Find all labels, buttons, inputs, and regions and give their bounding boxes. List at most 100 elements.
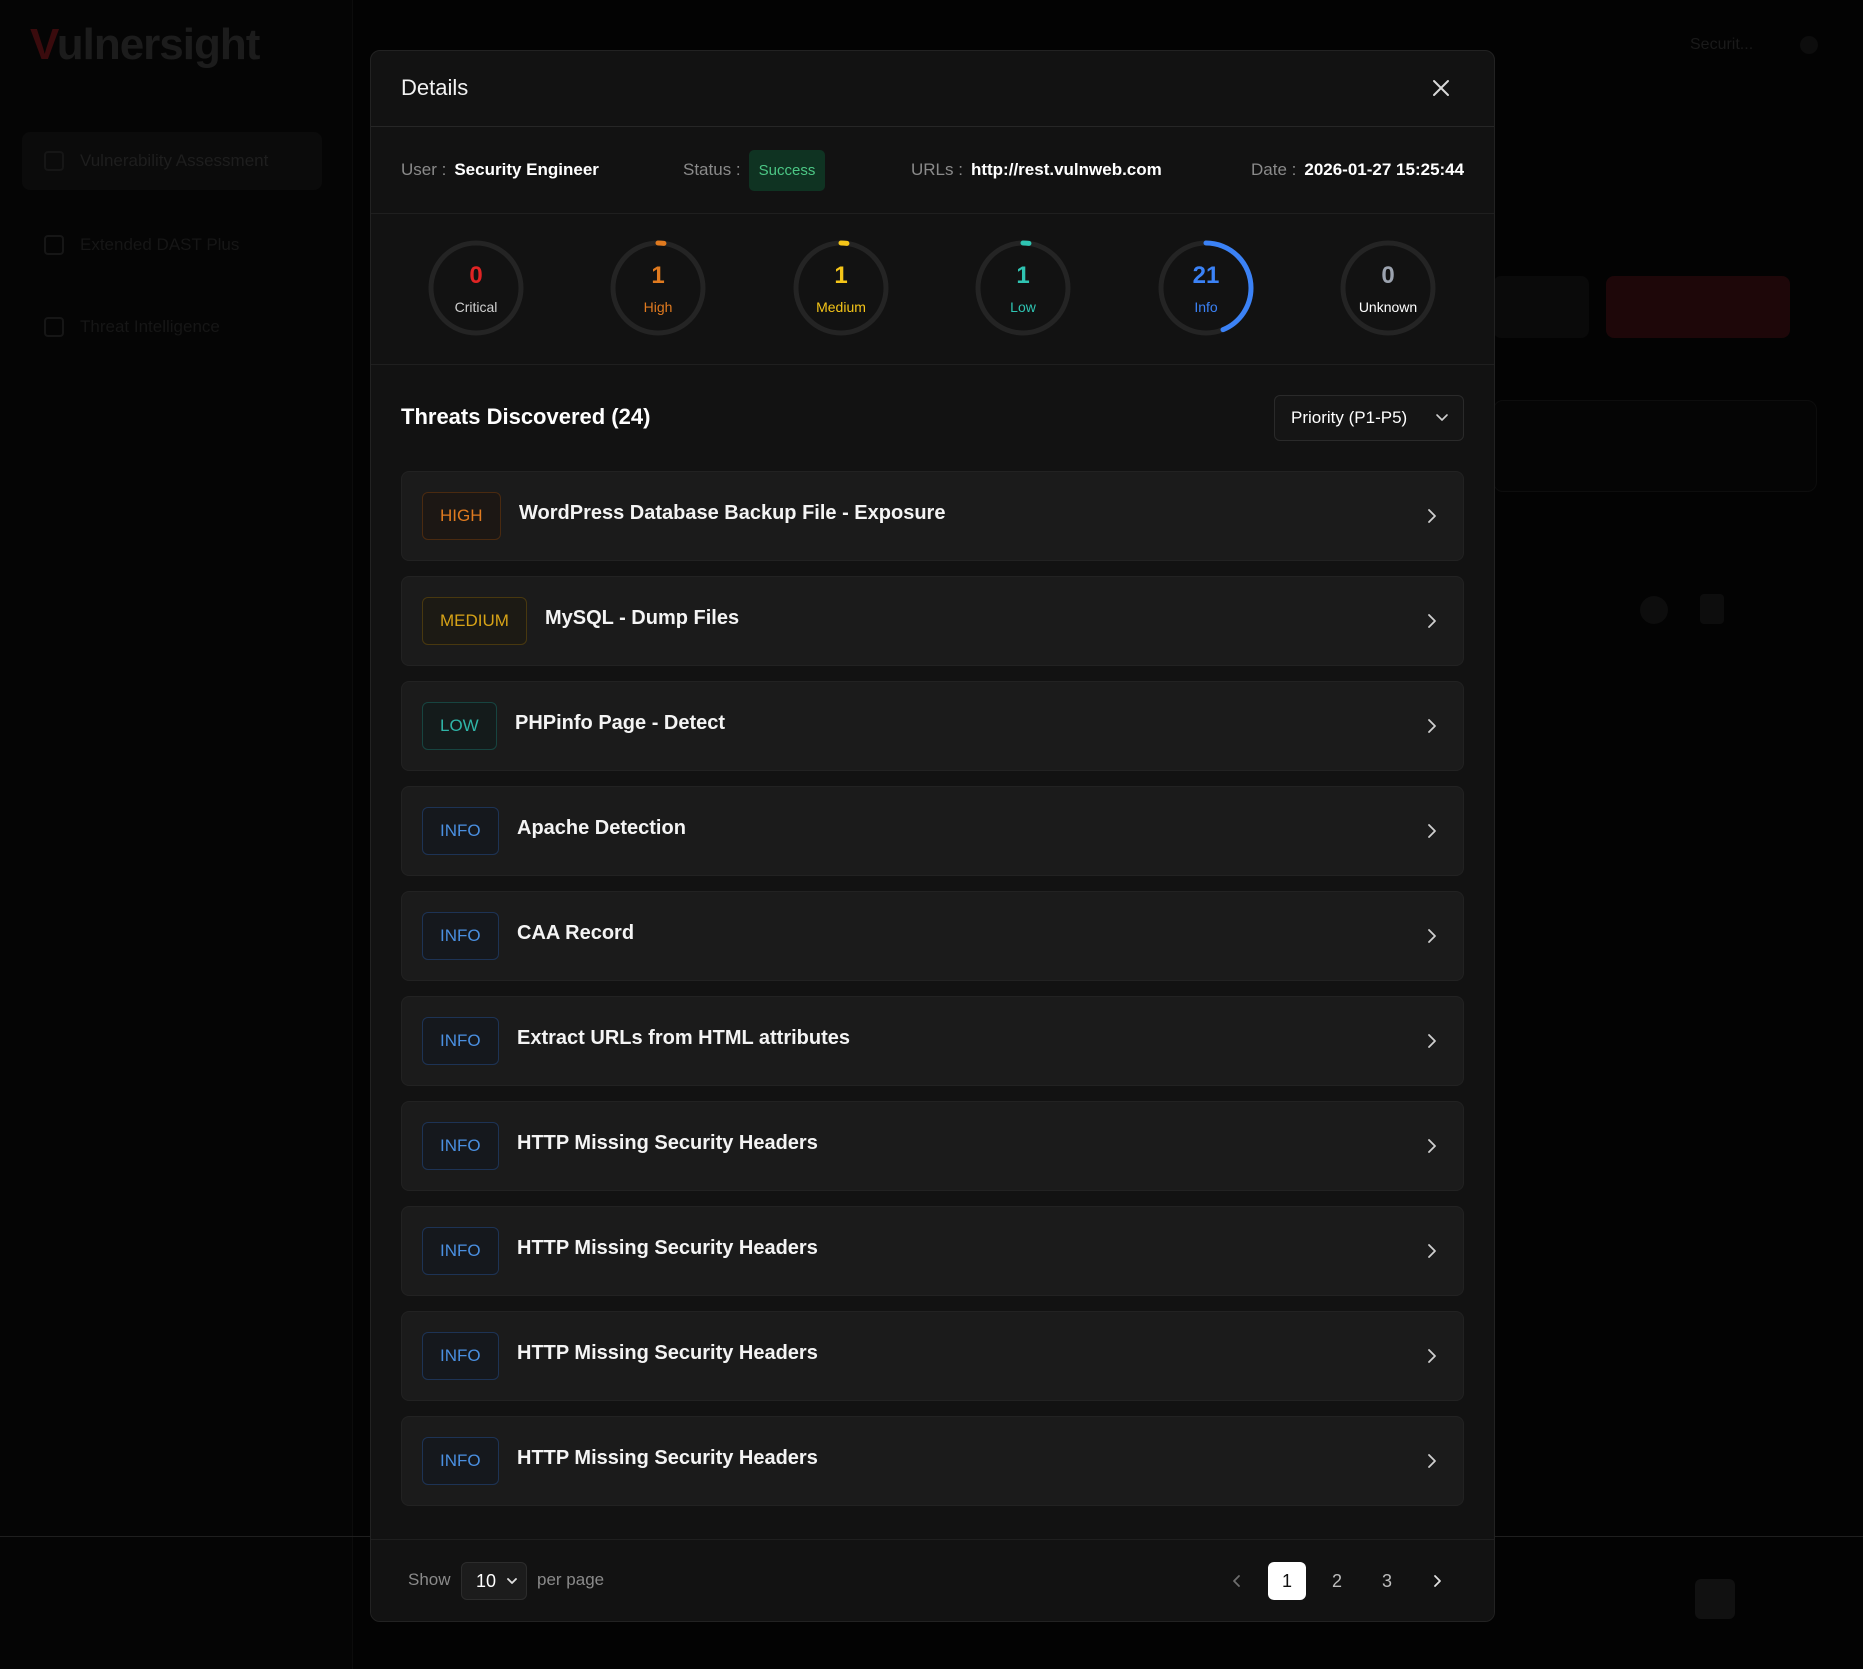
logo: Vulnersight [30,20,260,69]
threat-title: HTTP Missing Security Headers [517,1237,818,1259]
chevron-right-icon [1434,1575,1441,1587]
view-icon [1640,596,1668,624]
chevron-right-icon [1428,1034,1436,1048]
user-info: User : Security Engineer [401,160,599,179]
stat-low-count: 1 [1016,262,1030,289]
severity-badge: INFO [422,1227,499,1275]
chevron-right-icon [1428,929,1436,943]
threats-title: Threats Discovered (24) [401,404,651,429]
sidebar-item-vulnerability-assessment: Vulnerability Assessment [22,132,322,190]
per-page-label: per page [537,1570,605,1589]
url-value: http://rest.vulnweb.com [970,160,1162,179]
chevron-down-icon [1436,414,1448,421]
threat-item[interactable]: INFO HTTP Missing Security Headers [401,1311,1464,1401]
stat-critical-count: 0 [469,262,483,289]
severity-badge: LOW [422,702,497,750]
chevron-right-icon [1428,1454,1436,1468]
background-sidebar: Vulnersight Vulnerability Assessment Ext… [0,0,353,1669]
user-avatar [1800,36,1818,54]
severity-badge: INFO [422,912,499,960]
stat-low-label: Low [1010,299,1036,315]
threat-item[interactable]: INFO HTTP Missing Security Headers [401,1416,1464,1506]
threat-title: Extract URLs from HTML attributes [517,1027,851,1049]
modal-title: Details [401,75,469,100]
stat-unknown-label: Unknown [1358,299,1418,315]
stat-high-label: High [643,299,673,315]
background-corner-button [1695,1579,1735,1619]
threat-item[interactable]: INFO Extract URLs from HTML attributes [401,996,1464,1086]
urls-info: URLs : http://rest.vulnweb.com [911,160,1162,179]
stat-high: 1 High [608,238,708,338]
stat-high-count: 1 [651,262,665,289]
scan-icon [44,235,64,255]
chevron-right-icon [1428,509,1436,523]
threat-title: HTTP Missing Security Headers [517,1132,818,1154]
priority-sort-select[interactable]: Priority (P1-P5) [1274,395,1464,441]
sidebar-item-threat-intelligence: Threat Intelligence [22,298,322,356]
report-icon [1700,594,1724,624]
close-icon [1433,80,1449,96]
status-info: Status : Success [683,127,826,213]
threat-title: HTTP Missing Security Headers [517,1447,818,1469]
threat-title: PHPinfo Page - Detect [515,712,726,734]
threat-item[interactable]: INFO HTTP Missing Security Headers [401,1206,1464,1296]
severity-badge: INFO [422,1122,499,1170]
stat-medium-count: 1 [834,262,848,289]
chevron-right-icon [1428,719,1436,733]
radar-icon [44,317,64,337]
stat-critical: 0 Critical [426,238,526,338]
user-menu: Securit... [1690,36,1754,53]
threat-item[interactable]: INFO CAA Record [401,891,1464,981]
background-secondary-button [1493,276,1589,338]
scan-info-bar: User : Security Engineer Status : Succes… [371,127,1494,214]
chevron-right-icon [1428,1139,1436,1153]
date-value: 2026-01-27 15:25:44 [1304,160,1465,179]
per-page-select[interactable]: 10 [461,1562,527,1600]
chevron-right-icon [1428,1349,1436,1363]
background-table-panel [1493,400,1817,492]
severity-badge: HIGH [422,492,501,540]
severity-badge: INFO [422,1017,499,1065]
severity-badge: INFO [422,807,499,855]
shield-icon [44,151,64,171]
threat-title: MySQL - Dump Files [545,607,740,629]
background-primary-button [1606,276,1790,338]
threat-list: HIGH WordPress Database Backup File - Ex… [401,471,1464,1521]
next-page-button[interactable] [1418,1562,1456,1600]
threat-item[interactable]: INFO Apache Detection [401,786,1464,876]
chevron-down-icon [507,1578,517,1584]
threat-item[interactable]: INFO HTTP Missing Security Headers [401,1101,1464,1191]
chevron-right-icon [1428,1244,1436,1258]
show-label: Show [408,1570,451,1589]
severity-badge: INFO [422,1332,499,1380]
date-info: Date : 2026-01-27 15:25:44 [1251,160,1465,179]
threat-item[interactable]: MEDIUM MySQL - Dump Files [401,576,1464,666]
threat-title: WordPress Database Backup File - Exposur… [519,502,946,524]
severity-badge: INFO [422,1437,499,1485]
stat-critical-label: Critical [454,299,498,315]
sidebar-item-extended-dast: Extended DAST Plus [22,216,322,274]
stat-medium: 1 Medium [791,238,891,338]
modal-header: Details [371,51,1494,127]
stat-unknown-count: 0 [1381,262,1395,289]
stat-info-count: 21 [1192,262,1220,289]
threat-item[interactable]: LOW PHPinfo Page - Detect [401,681,1464,771]
page-button-2[interactable]: 2 [1318,1562,1356,1600]
user-value: Security Engineer [454,160,599,179]
page-button-3[interactable]: 3 [1368,1562,1406,1600]
page-button-1[interactable]: 1 [1268,1562,1306,1600]
close-button[interactable] [1426,73,1456,103]
threat-title: Apache Detection [517,817,686,839]
details-modal: Details User : Security Engineer Status … [370,50,1495,1622]
stat-info: 21 Info [1156,238,1256,338]
threat-item[interactable]: HIGH WordPress Database Backup File - Ex… [401,471,1464,561]
stat-info-label: Info [1194,299,1218,315]
severity-stats: 0 Critical 1 High 1 Medium 1 Low 21 Info… [371,214,1494,365]
stat-medium-label: Medium [816,299,866,315]
threat-title: CAA Record [517,922,635,944]
chevron-right-icon [1428,614,1436,628]
chevron-left-icon [1233,1575,1240,1587]
prev-page-button[interactable] [1218,1562,1256,1600]
stat-unknown: 0 Unknown [1338,238,1438,338]
status-badge: Success [748,149,826,191]
